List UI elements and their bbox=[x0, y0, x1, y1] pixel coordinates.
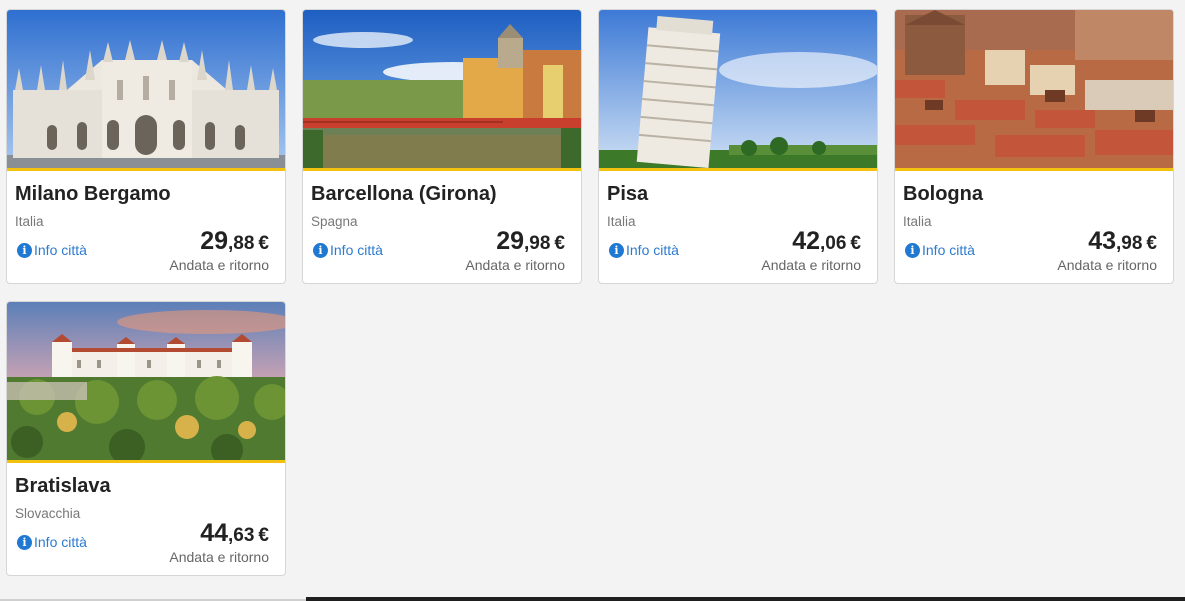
currency-symbol: € bbox=[258, 525, 269, 546]
girona-river-houses-image bbox=[303, 10, 581, 168]
destination-grid: Milano Bergamo Italia i Info città 29,88… bbox=[6, 9, 1174, 576]
city-name: Barcellona (Girona) bbox=[311, 183, 497, 205]
price: 29,88 € bbox=[200, 227, 269, 256]
country-name: Italia bbox=[903, 214, 932, 229]
trip-type-label: Andata e ritorno bbox=[1057, 257, 1157, 273]
destination-image[interactable] bbox=[7, 302, 285, 460]
destination-image[interactable] bbox=[7, 10, 285, 168]
price-integer: 29 bbox=[200, 227, 228, 255]
info-icon: i bbox=[313, 242, 328, 258]
destination-image[interactable] bbox=[599, 10, 877, 168]
city-name: Pisa bbox=[607, 183, 649, 205]
info-citta-link[interactable]: i Info città bbox=[609, 242, 679, 258]
country-name: Italia bbox=[15, 214, 44, 229]
info-label: Info città bbox=[34, 534, 87, 550]
price: 43,98 € bbox=[1088, 227, 1157, 256]
trip-type-label: Andata e ritorno bbox=[465, 257, 565, 273]
country-name: Italia bbox=[607, 214, 636, 229]
price-decimal: ,63 bbox=[228, 525, 255, 546]
price: 29,98 € bbox=[496, 227, 565, 256]
milan-cathedral-image bbox=[7, 10, 285, 168]
info-icon: i bbox=[609, 242, 624, 258]
info-icon: i bbox=[905, 242, 920, 258]
country-name: Slovacchia bbox=[15, 506, 81, 521]
trip-type-label: Andata e ritorno bbox=[169, 549, 269, 565]
price-integer: 29 bbox=[496, 227, 524, 255]
info-label: Info città bbox=[330, 242, 383, 258]
info-label: Info città bbox=[922, 242, 975, 258]
currency-symbol: € bbox=[1146, 233, 1157, 254]
price-decimal: ,98 bbox=[524, 233, 551, 254]
currency-symbol: € bbox=[850, 233, 861, 254]
destination-card[interactable]: Bologna Italia i Info città 43,98 € Andat… bbox=[894, 9, 1174, 284]
price-decimal: ,88 bbox=[228, 233, 255, 254]
destination-image[interactable] bbox=[895, 10, 1173, 168]
bratislava-castle-image bbox=[7, 302, 285, 460]
currency-symbol: € bbox=[554, 233, 565, 254]
trip-type-label: Andata e ritorno bbox=[169, 257, 269, 273]
leaning-tower-of-pisa-image bbox=[599, 10, 877, 168]
city-name: Bologna bbox=[903, 183, 983, 205]
price-decimal: ,06 bbox=[820, 233, 847, 254]
info-citta-link[interactable]: i Info città bbox=[17, 242, 87, 258]
info-citta-link[interactable]: i Info città bbox=[17, 534, 87, 550]
destination-card[interactable]: Barcellona (Girona) Spagna i Info città … bbox=[302, 9, 582, 284]
destination-card[interactable]: Milano Bergamo Italia i Info città 29,88… bbox=[6, 9, 286, 284]
country-name: Spagna bbox=[311, 214, 358, 229]
price-integer: 43 bbox=[1088, 227, 1116, 255]
destination-image[interactable] bbox=[303, 10, 581, 168]
info-icon: i bbox=[17, 242, 32, 258]
bologna-rooftops-image bbox=[895, 10, 1173, 168]
info-citta-link[interactable]: i Info città bbox=[905, 242, 975, 258]
price-integer: 42 bbox=[792, 227, 820, 255]
trip-type-label: Andata e ritorno bbox=[761, 257, 861, 273]
destination-card[interactable]: Bratislava Slovacchia i Info città 44,63… bbox=[6, 301, 286, 576]
destination-card[interactable]: Pisa Italia i Info città 42,06 € Andata e… bbox=[598, 9, 878, 284]
price: 42,06 € bbox=[792, 227, 861, 256]
price-integer: 44 bbox=[200, 519, 228, 547]
info-citta-link[interactable]: i Info città bbox=[313, 242, 383, 258]
price: 44,63 € bbox=[200, 519, 269, 548]
city-name: Bratislava bbox=[15, 475, 111, 497]
info-label: Info città bbox=[626, 242, 679, 258]
page-divider bbox=[306, 597, 1185, 601]
info-icon: i bbox=[17, 534, 32, 550]
city-name: Milano Bergamo bbox=[15, 183, 171, 205]
info-label: Info città bbox=[34, 242, 87, 258]
currency-symbol: € bbox=[258, 233, 269, 254]
price-decimal: ,98 bbox=[1116, 233, 1143, 254]
